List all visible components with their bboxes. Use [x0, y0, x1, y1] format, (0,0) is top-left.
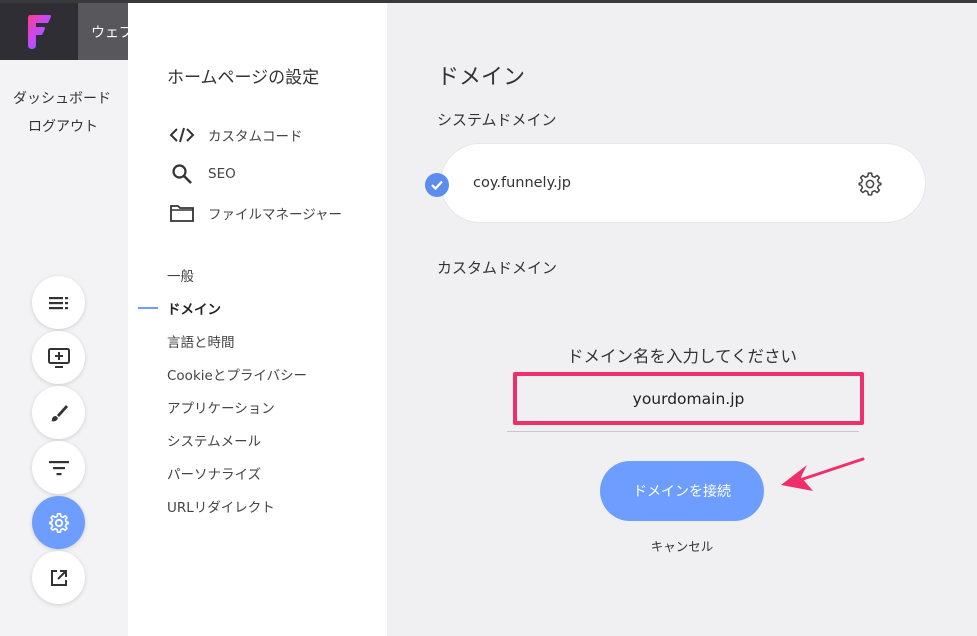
app-title-tab[interactable]: ウェブ [78, 3, 128, 60]
gear-icon [858, 172, 882, 196]
tool-label: SEO [208, 166, 236, 182]
active-indicator [138, 307, 158, 309]
code-icon [168, 123, 196, 147]
app-title: ウェブ [91, 24, 128, 41]
tool-custom-code[interactable]: カスタムコード [168, 123, 303, 147]
design-button[interactable] [32, 386, 85, 439]
settings-button[interactable] [32, 496, 85, 549]
domain-prompt: ドメイン名を入力してください [566, 347, 797, 366]
arrow-annotation-icon [781, 457, 865, 491]
settings-panel: ホームページの設定 カスタムコード SEO ファイルマネージャー 一般 ドメイン… [128, 3, 387, 636]
menu-applications[interactable]: アプリケーション [167, 397, 275, 417]
tool-label: ファイルマネージャー [208, 207, 343, 223]
add-screen-icon [47, 347, 70, 368]
list-icon [48, 296, 68, 309]
nav-logout[interactable]: ログアウト [28, 116, 98, 136]
menu-general[interactable]: 一般 [167, 265, 194, 285]
open-external-icon [50, 569, 67, 586]
filter-icon [48, 460, 69, 475]
menu-system-mail[interactable]: システムメール [167, 430, 261, 450]
preview-button[interactable] [32, 551, 85, 604]
menu-language-time[interactable]: 言語と時間 [167, 331, 235, 351]
menu-personalize[interactable]: パーソナライズ [167, 463, 261, 483]
app-logo[interactable] [0, 3, 78, 60]
input-underline [507, 431, 859, 432]
custom-domain-label: カスタムドメイン [437, 259, 558, 277]
system-domain-label: システムドメイン [437, 111, 557, 129]
menu-domain[interactable]: ドメイン [167, 298, 221, 318]
domain-input[interactable] [517, 376, 860, 421]
check-icon [425, 173, 449, 197]
system-domain-value: coy.funnely.jp [473, 175, 571, 191]
tool-label: カスタムコード [208, 129, 303, 145]
add-page-button[interactable] [32, 331, 85, 384]
connect-domain-button[interactable]: ドメインを接続 [600, 461, 764, 521]
menu-url-redirect[interactable]: URLリダイレクト [167, 496, 275, 516]
domain-settings-button[interactable] [857, 171, 883, 197]
page-title: ドメイン [437, 65, 526, 90]
cancel-link[interactable]: キャンセル [632, 536, 732, 555]
tool-seo[interactable]: SEO [168, 162, 236, 186]
highlight-box [513, 372, 864, 425]
settings-icon [48, 512, 69, 533]
filter-button[interactable] [32, 441, 85, 494]
panel-title: ホームページの設定 [167, 68, 320, 88]
folder-icon [168, 201, 196, 225]
brush-icon [50, 404, 68, 421]
nav-dashboard[interactable]: ダッシュボード [13, 88, 111, 108]
sections-button[interactable] [32, 276, 85, 329]
menu-cookie-privacy[interactable]: Cookieとプライバシー [167, 364, 307, 384]
logo-icon [28, 14, 51, 49]
domain-settings-main: ドメイン システムドメイン coy.funnely.jp カスタムドメイン ドメ… [387, 3, 977, 636]
search-icon [168, 162, 196, 186]
tool-file-manager[interactable]: ファイルマネージャー [168, 201, 342, 225]
